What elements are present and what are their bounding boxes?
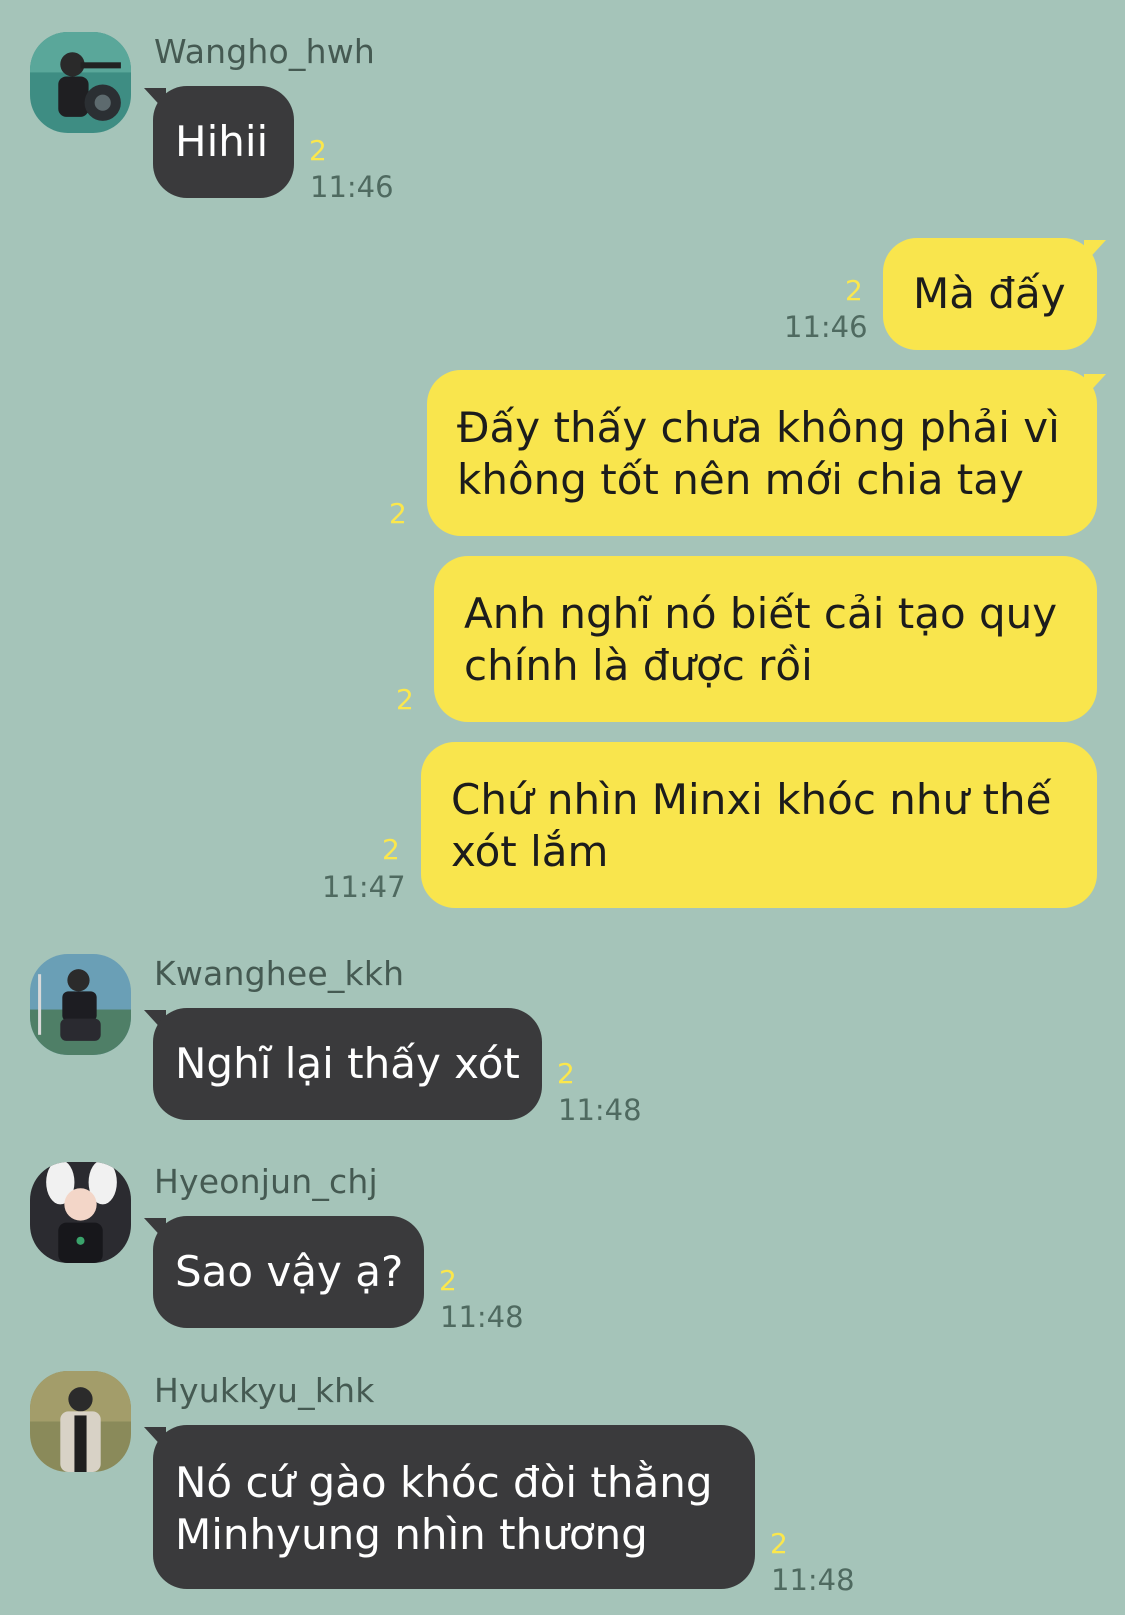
sender-name: Wangho_hwh <box>154 32 376 71</box>
avatar-wangho[interactable] <box>30 32 131 133</box>
avatar-hyeonjun[interactable] <box>30 1162 131 1263</box>
message-bubble[interactable]: Nó cứ gào khóc đòi thằng Minhyung nhìn t… <box>153 1425 755 1589</box>
message-line: không tốt nên mới chia tay <box>457 455 1024 504</box>
message-bubble[interactable]: Mà đấy <box>883 238 1097 350</box>
avatar-hyukkyu[interactable] <box>30 1371 131 1472</box>
message-bubble[interactable]: Chứ nhìn Minxi khóc như thế xót lắm <box>421 742 1097 908</box>
message-bubble[interactable]: Anh nghĩ nó biết cải tạo quy chính là đư… <box>434 556 1097 722</box>
message-bubble[interactable]: Hihii <box>153 86 294 198</box>
message-line: Minhyung nhìn thương <box>175 1510 648 1559</box>
unread-count: 2 <box>557 1057 575 1090</box>
unread-count: 2 <box>382 833 400 866</box>
timestamp: 11:48 <box>771 1563 855 1597</box>
sender-name: Hyeonjun_chj <box>154 1162 378 1201</box>
message-line: Đấy thấy chưa không phải vì <box>457 403 1060 452</box>
message-line: Nó cứ gào khóc đòi thằng <box>175 1458 713 1507</box>
unread-count: 2 <box>770 1527 788 1560</box>
avatar-kwanghee[interactable] <box>30 954 131 1055</box>
message-bubble[interactable]: Đấy thấy chưa không phải vì không tốt nê… <box>427 370 1097 536</box>
message-bubble[interactable]: Nghĩ lại thấy xót <box>153 1008 542 1120</box>
sender-name: Kwanghee_kkh <box>154 954 405 993</box>
unread-count: 2 <box>396 683 414 716</box>
timestamp: 11:48 <box>558 1093 642 1127</box>
message-line: Chứ nhìn Minxi khóc như thế <box>451 775 1052 824</box>
timestamp: 11:46 <box>310 170 394 204</box>
message-line: Anh nghĩ nó biết cải tạo quy <box>464 589 1058 638</box>
unread-count: 2 <box>845 274 863 307</box>
timestamp: 11:47 <box>322 870 406 904</box>
unread-count: 2 <box>439 1264 457 1297</box>
timestamp: 11:46 <box>784 310 868 344</box>
unread-count: 2 <box>389 497 407 530</box>
message-line: xót lắm <box>451 827 609 876</box>
message-bubble[interactable]: Sao vậy ạ? <box>153 1216 424 1328</box>
unread-count: 2 <box>309 134 327 167</box>
sender-name: Hyukkyu_khk <box>154 1371 375 1410</box>
timestamp: 11:48 <box>440 1300 524 1334</box>
message-line: chính là được rồi <box>464 641 813 690</box>
